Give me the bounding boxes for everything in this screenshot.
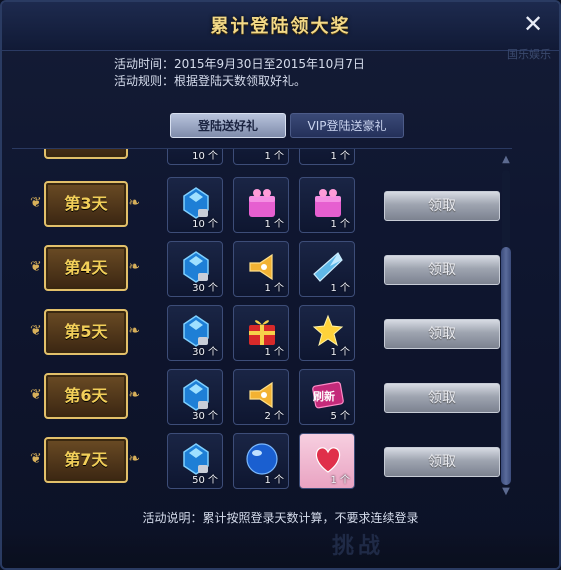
item-count: 1 个 [264,283,284,294]
reward-slot-star[interactable]: 1 个 [299,305,355,361]
item-count: 1 个 [330,283,350,294]
reward-slot-gem[interactable]: 50 个 [167,433,223,489]
reward-slot-megaphone[interactable]: 2 个 [233,369,289,425]
day-plate: ❦ 第5天 ❧ [30,309,140,355]
ornament-icon: ❧ [128,195,140,211]
reward-row-day4: ❦ 第4天 ❧ 30 个 1 个 1 个 领取 [12,239,512,303]
bottom-shade [2,528,559,568]
event-rule: 活动规则：根据登陆天数领取好礼。 [114,74,307,88]
title-bar: 累计登陆领大奖 ✕ [2,2,559,51]
reward-slot-gem[interactable]: 30 个 [167,369,223,425]
scrollbar[interactable]: ▲ ▼ [500,154,512,498]
day-label: 第5天 [64,322,108,341]
claim-button[interactable]: 领取 [384,191,500,221]
item-count: 2 个 [264,411,284,422]
watermark-text: 国乐娱乐 [507,48,551,61]
day-plate [30,149,140,159]
ornament-icon: ❧ [128,323,140,339]
ornament-icon: ❦ [30,387,42,403]
tab-login-gift[interactable]: 登陆送好礼 [170,113,286,138]
reward-row-day3: ❦ 第3天 ❧ 10 个 1 个 1 个 领取 [12,175,512,239]
background-text: 挑战 [332,534,385,559]
refresh-card-label: 刷新 [313,390,335,403]
ornament-icon: ❧ [128,387,140,403]
day-plate: ❦ 第7天 ❧ [30,437,140,483]
item-count: 1 个 [264,219,284,230]
day-plate: ❦ 第3天 ❧ [30,181,140,227]
event-note: 活动说明：累计按照登录天数计算，不要求连续登录 [142,511,419,525]
reward-dialog: 累计登陆领大奖 ✕ 国乐娱乐 活动时间：2015年9月30日至2015年10月7… [0,0,561,570]
reward-slot-refresh[interactable]: 刷新 5 个 [299,369,355,425]
day-label: 第6天 [64,386,108,405]
scroll-thumb[interactable] [501,247,511,485]
item-count: 1 个 [330,219,350,230]
item-count: 1 个 [330,475,350,486]
ornament-icon: ❦ [30,323,42,339]
item-count: 1 个 [264,475,284,486]
scroll-down-icon[interactable]: ▼ [500,486,512,498]
reward-slot[interactable]: 1 个 [233,149,289,165]
item-count: 1 个 [330,347,350,358]
reward-slot-megaphone[interactable]: 1 个 [233,241,289,297]
reward-slot-gift[interactable]: 1 个 [233,177,289,233]
day-plate: ❦ 第4天 ❧ [30,245,140,291]
item-count: 30 个 [192,347,218,358]
reward-slot[interactable]: 10 个 [167,149,223,165]
tab-vip-login-gift[interactable]: VIP登陆送豪礼 [290,113,404,138]
reward-slot-gem[interactable]: 30 个 [167,241,223,297]
reward-list: 10 个 1 个 1 个 ❦ 第3天 ❧ 10 个 1 个 1 个 领取 ❦ 第… [12,148,512,501]
reward-row-day7: ❦ 第7天 ❧ 50 个 1 个 1 个 领取 [12,431,512,495]
claim-button[interactable]: 领取 [384,447,500,477]
reward-slot-gem[interactable]: 30 个 [167,305,223,361]
event-time: 活动时间：2015年9月30日至2015年10月7日 [114,57,365,71]
item-count: 1 个 [264,151,284,162]
scroll-up-icon[interactable]: ▲ [500,154,512,166]
day-label: 第3天 [64,194,108,213]
item-count: 30 个 [192,411,218,422]
reward-slot-heart[interactable]: 1 个 [299,433,355,489]
item-count: 5 个 [330,411,350,422]
claim-button[interactable]: 领取 [384,383,500,413]
item-count: 1 个 [330,151,350,162]
item-count: 50 个 [192,475,218,486]
ornament-icon: ❦ [30,451,42,467]
reward-slot-orb[interactable]: 1 个 [233,433,289,489]
claim-button[interactable]: 领取 [384,255,500,285]
reward-slot-gift[interactable]: 1 个 [233,305,289,361]
item-count: 10 个 [192,219,218,230]
ornament-icon: ❦ [30,195,42,211]
reward-slot-gift[interactable]: 1 个 [299,177,355,233]
day-label: 第7天 [64,450,108,469]
ornament-icon: ❦ [30,259,42,275]
event-info: 活动时间：2015年9月30日至2015年10月7日 活动规则：根据登陆天数领取… [114,56,365,90]
reward-slot-gem[interactable]: 10 个 [167,177,223,233]
reward-row-day5: ❦ 第5天 ❧ 30 个 1 个 1 个 领取 [12,303,512,367]
item-count: 10 个 [192,151,218,162]
dialog-title: 累计登陆领大奖 [210,16,351,37]
day-plate: ❦ 第6天 ❧ [30,373,140,419]
reward-slot-crystal[interactable]: 1 个 [299,241,355,297]
reward-row-day6: ❦ 第6天 ❧ 30 个 2 个 刷新 5 个 领取 [12,367,512,431]
ornament-icon: ❧ [128,259,140,275]
reward-slot[interactable]: 1 个 [299,149,355,165]
day-label: 第4天 [64,258,108,277]
close-icon[interactable]: ✕ [521,12,545,36]
claim-button[interactable]: 领取 [384,319,500,349]
reward-row-partial: 10 个 1 个 1 个 [12,149,512,171]
item-count: 1 个 [264,347,284,358]
item-count: 30 个 [192,283,218,294]
ornament-icon: ❧ [128,451,140,467]
